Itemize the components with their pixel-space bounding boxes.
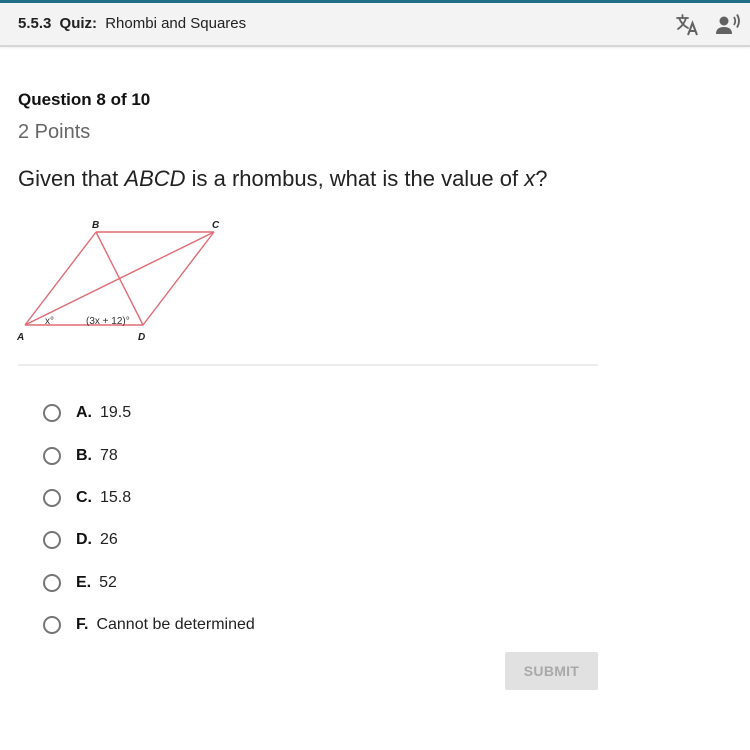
radio-button[interactable] — [43, 488, 61, 507]
question-number: Question 8 of 10 — [18, 90, 151, 109]
choice-text: 15.8 — [100, 488, 132, 506]
side-cd — [142, 231, 215, 326]
radio-button[interactable] — [43, 446, 61, 465]
choice-e[interactable]: E. 52 — [40, 562, 255, 604]
quiz-number: 5.5.3 — [18, 15, 52, 32]
diagonal-bd — [95, 231, 144, 326]
choice-text: Cannot be determined — [96, 616, 255, 634]
angle-label-3x-plus-12: (3x + 12)° — [86, 316, 130, 327]
radio-button[interactable] — [43, 404, 61, 423]
choice-letter: C. — [76, 488, 92, 506]
quiz-title: 5.5.3 Quiz: Rhombi and Squares — [18, 15, 246, 33]
radio-button[interactable] — [43, 616, 61, 635]
question-prompt: Given that ABCD is a rhombus, what is th… — [18, 166, 548, 192]
prompt-text: is a rhombus, what is the value of — [185, 166, 525, 191]
choice-text: 26 — [100, 531, 118, 549]
question-points: 2 Points — [18, 121, 91, 143]
choice-text: 19.5 — [100, 404, 132, 422]
choice-letter: E. — [76, 573, 92, 591]
choice-f[interactable]: F. Cannot be determined — [40, 604, 255, 646]
choice-text: 52 — [99, 573, 117, 591]
choice-a[interactable]: A. 19.5 — [40, 392, 255, 434]
translate-icon[interactable] — [674, 11, 702, 39]
radio-button[interactable] — [43, 573, 61, 592]
rhombus-diagram: B C A D x° (3x + 12)° — [16, 220, 220, 343]
angle-label-x: x° — [45, 316, 54, 327]
vertex-label-a: A — [16, 332, 24, 343]
prompt-text: ? — [535, 166, 548, 191]
vertex-label-b: B — [92, 220, 99, 231]
vertex-label-d: D — [138, 332, 145, 343]
quiz-kind: Quiz: — [59, 15, 98, 32]
prompt-shape-name: ABCD — [124, 166, 186, 191]
choice-letter: B. — [76, 446, 92, 464]
quiz-name: Rhombi and Squares — [105, 15, 247, 32]
submit-button[interactable]: SUBMIT — [505, 652, 598, 690]
choice-letter: F. — [76, 616, 89, 634]
choice-letter: A. — [76, 404, 92, 422]
choice-c[interactable]: C. 15.8 — [40, 477, 255, 519]
choice-b[interactable]: B. 78 — [40, 434, 255, 476]
choice-d[interactable]: D. 26 — [40, 519, 255, 561]
divider — [18, 364, 598, 366]
answer-choices: A. 19.5 B. 78 C. 15.8 D. 26 E. 52 F. Can… — [40, 392, 255, 646]
quiz-header: 5.5.3 Quiz: Rhombi and Squares — [0, 3, 750, 47]
vertex-label-c: C — [212, 220, 220, 231]
prompt-text: Given that — [18, 166, 125, 191]
radio-button[interactable] — [43, 531, 61, 550]
prompt-variable: x — [524, 166, 536, 191]
side-ab — [24, 231, 97, 326]
choice-text: 78 — [100, 446, 118, 464]
text-to-speech-icon[interactable] — [714, 11, 742, 39]
choice-letter: D. — [76, 531, 92, 549]
